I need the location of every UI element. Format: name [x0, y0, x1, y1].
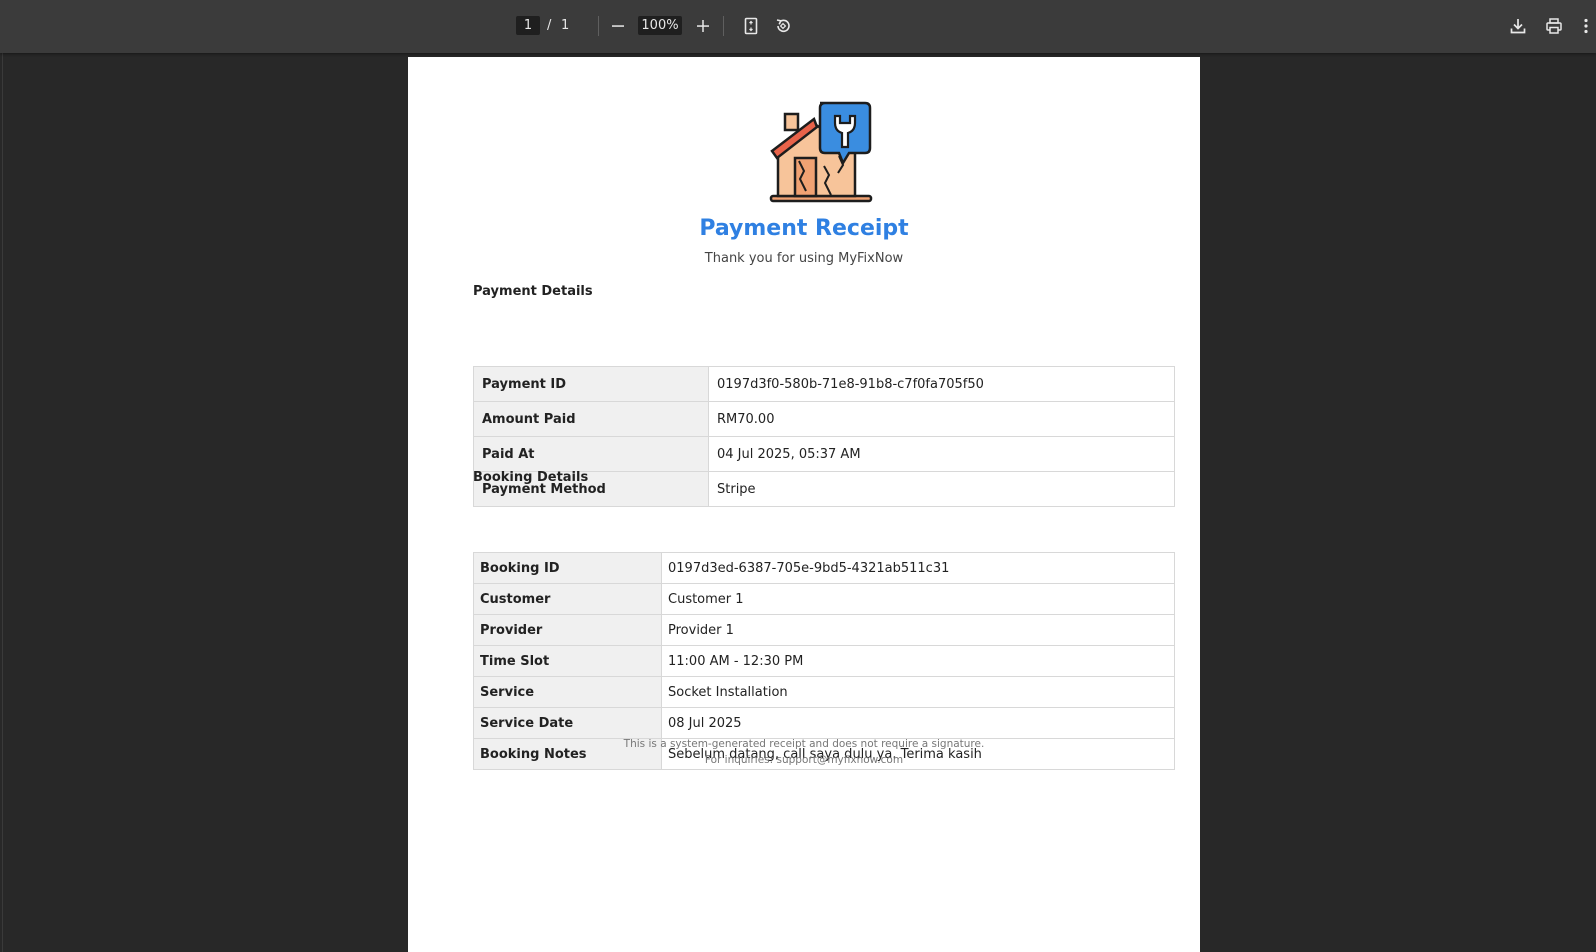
table-row: Time Slot 11:00 AM - 12:30 PM [473, 645, 1175, 677]
rotate-button[interactable] [772, 15, 794, 37]
row-label: Service [473, 676, 662, 708]
row-label: Customer [473, 583, 662, 615]
rotate-icon [776, 19, 790, 33]
row-label: Time Slot [473, 645, 662, 677]
row-value: 0197d3f0-580b-71e8-91b8-c7f0fa705f50 [708, 366, 1175, 402]
table-row: Service Socket Installation [473, 676, 1175, 708]
table-row: Payment ID 0197d3f0-580b-71e8-91b8-c7f0f… [473, 366, 1175, 402]
page-number-input[interactable]: 1 [516, 16, 540, 35]
row-label: Provider [473, 614, 662, 646]
table-row: Amount Paid RM70.00 [473, 401, 1175, 437]
download-button[interactable] [1507, 15, 1529, 37]
table-row: Service Date 08 Jul 2025 [473, 707, 1175, 739]
page-separator: / [547, 18, 552, 33]
receipt-subtitle: Thank you for using MyFixNow [704, 251, 904, 266]
row-value: Customer 1 [661, 583, 1175, 615]
pdf-viewer-toolbar: 1 / 1 100% [0, 0, 1596, 53]
row-value: Provider 1 [661, 614, 1175, 646]
fit-page-icon [744, 17, 758, 35]
row-label: Booking ID [473, 552, 662, 584]
row-label: Paid At [473, 436, 709, 472]
viewer-left-edge [2, 53, 3, 952]
row-label: Amount Paid [473, 401, 709, 437]
zoom-out-button[interactable] [607, 15, 629, 37]
download-icon [1510, 19, 1526, 34]
row-value: 08 Jul 2025 [661, 707, 1175, 739]
house-repair-wrench-icon [769, 101, 873, 203]
footer-disclaimer: This is a system-generated receipt and d… [623, 738, 985, 750]
minus-icon [612, 25, 624, 27]
row-value: 0197d3ed-6387-705e-9bd5-4321ab511c31 [661, 552, 1175, 584]
row-label: Payment ID [473, 366, 709, 402]
fit-page-button[interactable] [740, 15, 762, 37]
more-options-button[interactable] [1580, 15, 1592, 37]
row-value: 04 Jul 2025, 05:37 AM [708, 436, 1175, 472]
zoom-in-button[interactable] [692, 15, 714, 37]
row-label: Service Date [473, 707, 662, 739]
booking-details-heading: Booking Details [473, 470, 589, 485]
toolbar-divider [598, 16, 599, 36]
payment-details-heading: Payment Details [473, 284, 593, 299]
table-row: Paid At 04 Jul 2025, 05:37 AM [473, 436, 1175, 472]
print-button[interactable] [1543, 15, 1565, 37]
row-value: Stripe [708, 471, 1175, 507]
toolbar-divider [723, 16, 724, 36]
more-icon [1584, 18, 1588, 34]
plus-icon [697, 20, 709, 32]
receipt-title: Payment Receipt [699, 216, 909, 241]
total-pages: 1 [561, 18, 570, 33]
table-row: Booking ID 0197d3ed-6387-705e-9bd5-4321a… [473, 552, 1175, 584]
footer-contact: For inquiries: support@myfixnow.com [704, 754, 904, 766]
row-value: RM70.00 [708, 401, 1175, 437]
row-value: 11:00 AM - 12:30 PM [661, 645, 1175, 677]
table-row: Provider Provider 1 [473, 614, 1175, 646]
print-icon [1546, 18, 1562, 34]
table-row: Customer Customer 1 [473, 583, 1175, 615]
receipt-page: Payment Receipt Thank you for using MyFi… [408, 57, 1200, 952]
zoom-level-input[interactable]: 100% [638, 16, 682, 35]
row-value: Socket Installation [661, 676, 1175, 708]
